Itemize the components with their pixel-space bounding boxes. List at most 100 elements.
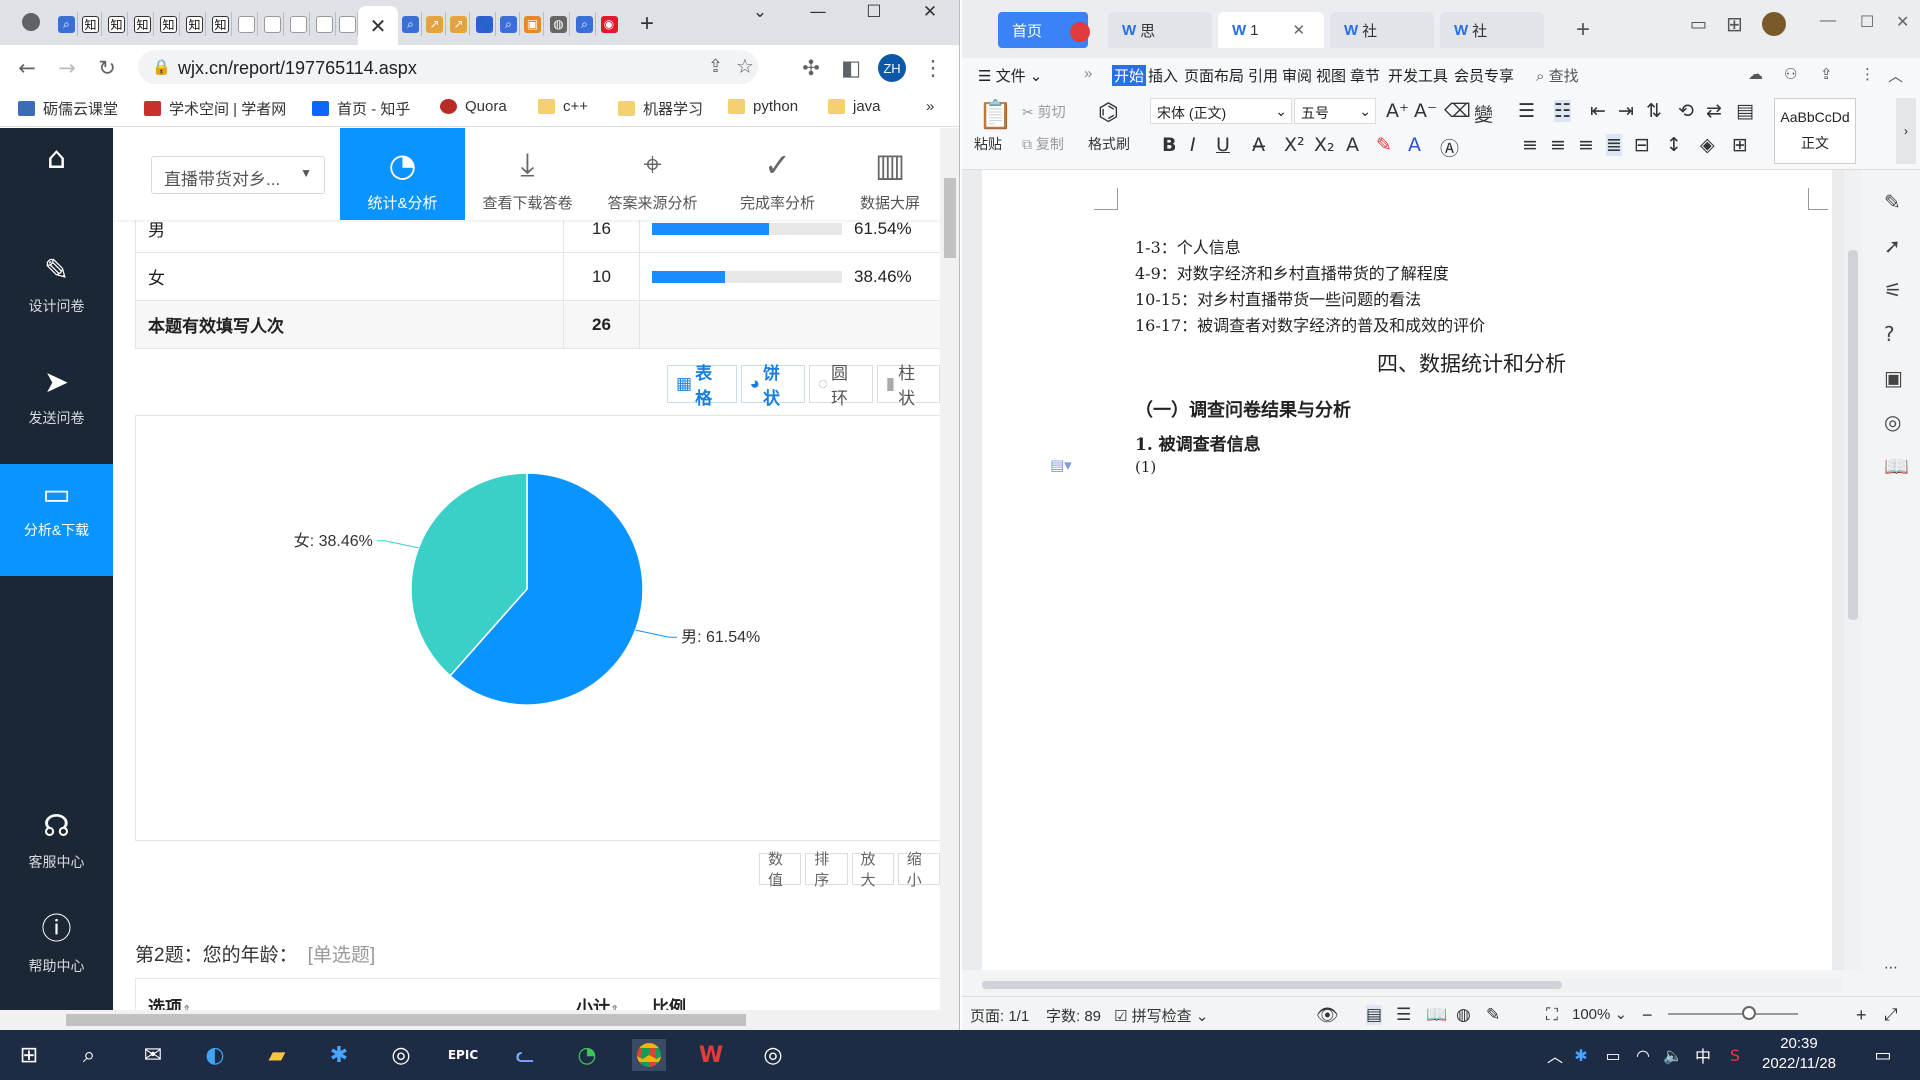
align-left-icon[interactable]: ≡ <box>1522 134 1538 156</box>
sidepanel-icon[interactable]: ◧ <box>836 53 866 83</box>
minimize-icon[interactable]: — <box>790 0 846 24</box>
menu-vip[interactable]: 会员专享 <box>1454 65 1514 86</box>
collapse-ribbon-icon[interactable]: ︿ <box>1888 65 1903 86</box>
paste-button[interactable]: 粘贴 <box>974 134 1002 154</box>
ctrl-value[interactable]: 数值 <box>759 851 802 889</box>
url-text[interactable]: wjx.cn/report/197765114.aspx <box>178 58 417 79</box>
scroll-thumb[interactable] <box>1848 250 1858 620</box>
superscript-icon[interactable]: X² <box>1284 134 1305 156</box>
justify-icon[interactable]: ≣ <box>1606 134 1622 156</box>
tab-weibo[interactable]: ◉ <box>598 12 620 36</box>
doc-vertical-scrollbar[interactable] <box>1844 170 1862 970</box>
share-icon[interactable]: ⇪ <box>708 56 723 77</box>
tab-search[interactable]: ⌕ <box>56 12 78 36</box>
fullscreen-icon[interactable]: ⤢ <box>1884 1005 1898 1025</box>
tab-zhihu-6[interactable]: 知 <box>210 12 232 36</box>
view-bar[interactable]: ▮ 柱状 <box>876 364 940 408</box>
highlight-icon[interactable]: ✎ <box>1376 134 1392 156</box>
doc-horizontal-scrollbar[interactable] <box>982 978 1842 992</box>
zoom-level[interactable]: 100% ⌄ <box>1572 1005 1627 1023</box>
notification-icon[interactable]: ▭ <box>1866 1039 1900 1071</box>
indent-icon[interactable]: ⇥ <box>1618 100 1634 122</box>
kebab-menu-icon[interactable]: ⋮ <box>918 53 948 83</box>
tab-pin[interactable]: ↗ <box>424 12 446 36</box>
brush-icon[interactable]: ⌬ <box>1098 98 1119 126</box>
eraser-icon[interactable]: ⌫ <box>1444 100 1471 122</box>
outdent-icon[interactable]: ⇤ <box>1590 100 1606 122</box>
menu-insert[interactable]: 插入 <box>1148 65 1178 86</box>
bookmark-3[interactable]: 首页 - 知乎 <box>312 98 410 119</box>
cloud-icon[interactable]: ☁ <box>1748 65 1763 83</box>
cut-button[interactable]: ✂ 剪切 <box>1022 102 1066 122</box>
epic-games-icon[interactable]: EPIC <box>446 1039 480 1071</box>
wifi-icon[interactable]: ◠ <box>1626 1039 1660 1071</box>
fit-icon[interactable]: ⛶ <box>1546 1005 1558 1025</box>
bookmark-2[interactable]: 学术空间 | 学者网 <box>144 98 286 119</box>
paste-icon[interactable]: 📋 <box>978 98 1013 131</box>
sort-icon[interactable]: ⇅ <box>1646 100 1662 122</box>
zoom-out-icon[interactable]: − <box>1642 1005 1653 1026</box>
wps-doc-tab-3[interactable]: W社 <box>1330 12 1434 48</box>
line-spacing-icon[interactable]: ↕ <box>1666 134 1682 156</box>
grid-apps-icon[interactable]: ⊞ <box>1726 12 1743 36</box>
nav-support[interactable]: ☊ 客服中心 <box>0 796 113 896</box>
tab-baidu[interactable]: 🐾 <box>474 12 496 36</box>
active-tab[interactable]: ✕ <box>358 6 398 46</box>
tab-dashboard[interactable]: ▥ 数据大屏 <box>840 128 940 220</box>
nav-home[interactable]: ⌂ <box>0 128 113 240</box>
wps-logo-icon[interactable] <box>1070 22 1090 42</box>
book-icon[interactable]: 📖 <box>1884 454 1909 478</box>
export-icon[interactable]: ⇪ <box>1820 65 1833 83</box>
wechat-icon[interactable]: ◔ <box>570 1039 604 1071</box>
zoom-in-icon[interactable]: + <box>1856 1005 1867 1026</box>
outline-view-icon[interactable]: ☰ <box>1396 1005 1411 1025</box>
menu-file[interactable]: ☰ 文件 ⌄ <box>978 65 1042 86</box>
nav-analysis[interactable]: ▭ 分析&下载 <box>0 464 113 576</box>
subscript-icon[interactable]: X₂ <box>1314 134 1335 156</box>
more-dots-icon[interactable]: ⋯ <box>1884 960 1898 976</box>
nav-send[interactable]: ➤ 发送问卷 <box>0 352 113 464</box>
volume-icon[interactable]: 🔈 <box>1656 1039 1690 1071</box>
borders-icon[interactable]: ⊞ <box>1732 134 1748 156</box>
menu-search[interactable]: ⌕ 查找 <box>1536 65 1579 86</box>
scroll-thumb[interactable] <box>66 1014 746 1026</box>
tab-completion[interactable]: ✓ 完成率分析 <box>715 128 840 220</box>
eye-icon[interactable]: 👁 <box>1316 1005 1339 1026</box>
ribbon-scroll-icon[interactable]: › <box>1896 98 1916 164</box>
reload-icon[interactable]: ↻ <box>92 53 122 83</box>
text-direction-icon[interactable]: ⟲ <box>1678 100 1694 122</box>
tab-search-4[interactable]: ⌕ <box>574 12 596 36</box>
bookmark-8[interactable]: java <box>828 98 881 115</box>
align-right-icon[interactable]: ≡ <box>1578 134 1594 156</box>
image-icon[interactable]: ▣ <box>1884 366 1903 390</box>
chrome-menu-circle[interactable] <box>22 13 40 31</box>
close-window-icon[interactable]: ✕ <box>1896 12 1909 32</box>
system-clock[interactable]: 20:39 2022/11/28 <box>1762 1034 1836 1074</box>
wps-taskbar-icon[interactable]: W <box>694 1039 728 1071</box>
align-center-icon[interactable]: ≡ <box>1550 134 1566 156</box>
nav-help[interactable]: ⓘ 帮助中心 <box>0 900 113 1000</box>
menu-chapter[interactable]: 章节 <box>1350 65 1380 86</box>
tab-search-2[interactable]: ⌕ <box>400 12 422 36</box>
zoom-slider[interactable] <box>1668 1013 1798 1015</box>
back-icon[interactable]: ← <box>12 53 42 83</box>
font-size-select[interactable]: 五号 ⌄ <box>1294 98 1376 124</box>
font-grow-icon[interactable]: A⁺ <box>1386 100 1409 122</box>
cursor-icon[interactable]: ➚ <box>1884 234 1901 258</box>
phonetic-icon[interactable]: 變 <box>1474 100 1493 127</box>
bold-icon[interactable]: B <box>1162 134 1176 156</box>
menu-layout[interactable]: 页面布局 <box>1184 65 1244 86</box>
wps-doc-tab-active[interactable]: W 1 ✕ <box>1218 12 1324 48</box>
web-view-icon[interactable]: ◍ <box>1456 1005 1471 1025</box>
tab-cnki[interactable]: ▣ <box>522 12 544 36</box>
cat-app-icon[interactable]: ᓚ <box>508 1039 542 1071</box>
wps-doc-tab-4[interactable]: W社 <box>1440 12 1544 48</box>
font-color-icon[interactable]: A <box>1408 134 1421 156</box>
vertical-scrollbar[interactable] <box>940 128 959 1010</box>
tab-zhihu-4[interactable]: 知 <box>158 12 180 36</box>
nav-design[interactable]: ✎ 设计问卷 <box>0 240 113 352</box>
pen-icon[interactable]: ✎ <box>1884 190 1901 214</box>
pin-app-icon[interactable]: ✱ <box>322 1039 356 1071</box>
wps-doc-tab-1[interactable]: W思 <box>1108 12 1212 48</box>
tab-doc-5[interactable] <box>338 12 358 36</box>
